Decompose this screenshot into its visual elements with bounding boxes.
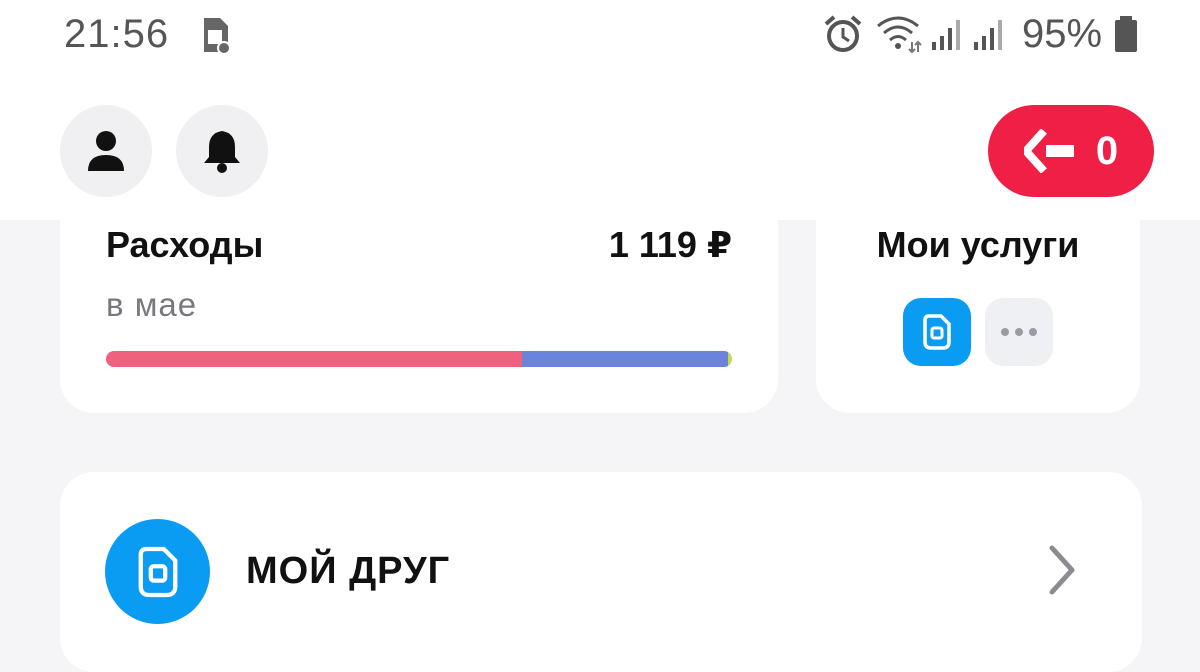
sim-card-icon <box>138 546 177 597</box>
expenses-bar <box>106 351 732 367</box>
arrow-left-logo-icon <box>1023 129 1074 173</box>
notifications-button[interactable] <box>176 105 268 197</box>
expenses-period: в мае <box>106 286 198 323</box>
more-icon <box>1001 328 1037 336</box>
expenses-bar-segment <box>727 351 732 367</box>
sim-settings-icon <box>204 18 231 55</box>
services-card[interactable]: Мои услуги <box>816 220 1140 413</box>
status-time: 21:56 <box>64 12 170 56</box>
expenses-amount: 1 119 ₽ <box>608 224 732 265</box>
bell-icon <box>204 131 240 173</box>
more-services-button[interactable] <box>985 298 1053 366</box>
chevron-right-icon[interactable] <box>1048 544 1078 596</box>
wifi-icon <box>877 16 922 54</box>
signal-icon <box>932 20 960 50</box>
battery-icon <box>1115 16 1137 52</box>
friend-title: МОЙ ДРУГ <box>246 550 451 592</box>
status-bar: 21:56 95% <box>0 0 1200 80</box>
expenses-title: Расходы <box>106 224 264 265</box>
expenses-bar-segment <box>106 351 523 367</box>
signal-icon <box>974 20 1002 50</box>
person-icon <box>88 131 124 171</box>
sim-card-icon <box>923 314 951 350</box>
services-title: Мои услуги <box>876 224 1080 265</box>
service-sim-button[interactable] <box>903 298 971 366</box>
expenses-card[interactable]: Расходы 1 119 ₽ в мае <box>60 220 778 413</box>
expenses-bar-segment <box>522 351 728 367</box>
bonus-points-button[interactable]: 0 <box>988 105 1154 197</box>
profile-button[interactable] <box>60 105 152 197</box>
alarm-icon <box>824 15 862 52</box>
battery-percentage: 95% <box>1022 12 1103 56</box>
bonus-count: 0 <box>1095 128 1119 173</box>
friend-logo <box>105 519 210 624</box>
my-friend-card[interactable]: МОЙ ДРУГ <box>60 472 1142 672</box>
